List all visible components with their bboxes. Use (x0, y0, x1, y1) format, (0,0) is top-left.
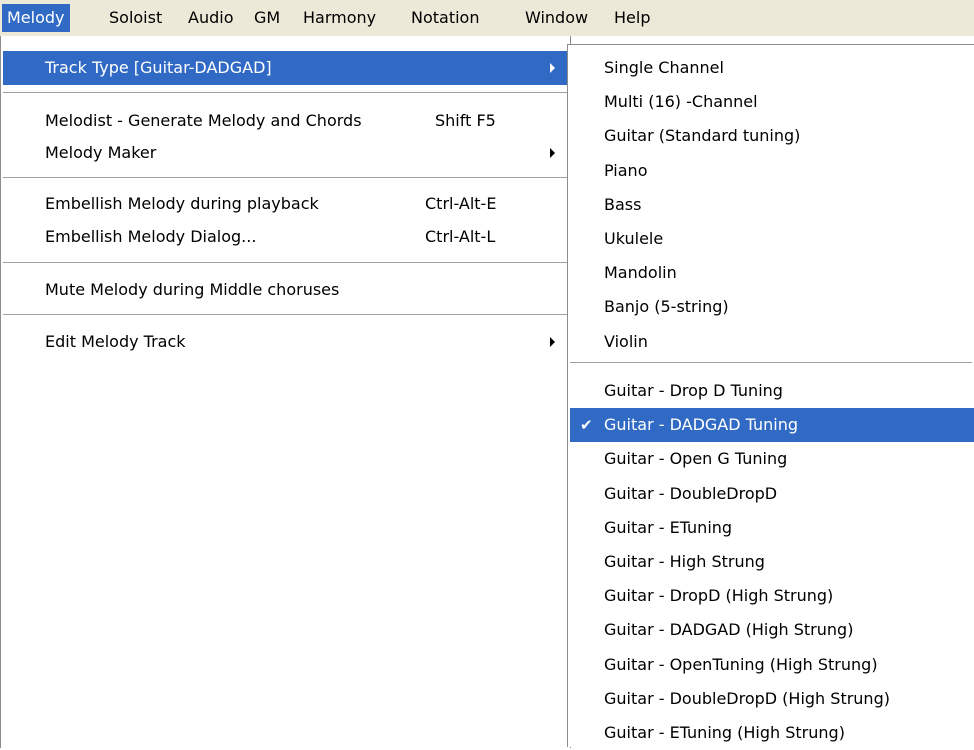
melodist-label: Melodist - Generate Melody and Chords (45, 111, 362, 130)
melody-maker-label: Melody Maker (45, 143, 157, 162)
embellish-dialog-label: Embellish Melody Dialog... (45, 227, 257, 246)
submenu-item[interactable]: Guitar - ETuning (High Strung) (570, 716, 974, 750)
track-type-submenu: Single Channel Multi (16) -Channel Guitar … (567, 44, 974, 747)
submenu-item[interactable]: Guitar - DropD (High Strung) (570, 579, 974, 613)
submenu-item[interactable]: Guitar - Drop D Tuning (570, 374, 974, 408)
menu-item-melodist[interactable]: Melodist - Generate Melody and Chords Sh… (3, 104, 568, 138)
submenu-item-label: Guitar (Standard tuning) (604, 126, 801, 146)
submenu-item[interactable]: Guitar (Standard tuning) (570, 119, 974, 153)
submenu-item-label: Mandolin (604, 263, 677, 283)
embellish-playback-shortcut: Ctrl-Alt-E (425, 194, 497, 213)
submenu-item-label: Guitar - DADGAD Tuning (604, 415, 799, 435)
submenu-item[interactable]: Guitar - DADGAD (High Strung) (570, 613, 974, 647)
submenu-item[interactable]: Violin (570, 325, 974, 359)
submenu-item[interactable]: Guitar - DoubleDropD (High Strung) (570, 682, 974, 716)
submenu-item-label: Violin (604, 331, 648, 351)
melodist-shortcut: Shift F5 (435, 111, 496, 130)
menu-melody[interactable]: Melody (2, 4, 70, 32)
submenu-item-label: Guitar - DoubleDropD (High Strung) (604, 688, 890, 708)
submenu-item-label: Guitar - High Strung (604, 552, 765, 571)
submenu-item-label: Guitar - Drop D Tuning (604, 381, 783, 400)
submenu-item[interactable]: Single Channel (570, 51, 974, 85)
track-type-label: Track Type [Guitar-DADGAD] (45, 58, 272, 77)
submenu-item[interactable]: ✔ Guitar - DADGAD Tuning (570, 408, 974, 443)
menu-item-edit-track[interactable]: Edit Melody Track (3, 325, 568, 359)
submenu-arrow-icon (550, 337, 555, 347)
menu-gm[interactable]: GM (249, 4, 285, 32)
menu-audio[interactable]: Audio (183, 4, 238, 32)
menu-item-mute-middle[interactable]: Mute Melody during Middle choruses (3, 273, 568, 307)
submenu-item[interactable]: Piano (570, 154, 974, 188)
submenu-item-label: Guitar - ETuning (604, 517, 733, 537)
menu-notation[interactable]: Notation (406, 4, 484, 32)
submenu-item-label: Guitar - OpenTuning (High Strung) (604, 654, 878, 674)
submenu-item-label: Bass (604, 194, 642, 214)
submenu-item[interactable]: Guitar - High Strung (570, 545, 974, 579)
submenu-arrow-icon (550, 63, 555, 73)
menu-separator (3, 314, 568, 316)
submenu-item[interactable]: Guitar - DoubleDropD (570, 477, 974, 511)
menu-soloist[interactable]: Soloist (104, 4, 167, 32)
submenu-item[interactable]: Mandolin (570, 256, 974, 290)
submenu-item-label: Guitar - Open G Tuning (604, 449, 788, 469)
submenu-item[interactable]: Multi (16) -Channel (570, 85, 974, 119)
menu-bar: Melody Soloist Audio GM Harmony Notation… (0, 0, 974, 37)
submenu-item[interactable]: Banjo (5-string) (570, 290, 974, 324)
checkmark-icon: ✔ (580, 416, 593, 435)
menu-separator (570, 362, 972, 364)
submenu-item-label: Banjo (5-string) (604, 297, 729, 317)
embellish-playback-label: Embellish Melody during playback (45, 194, 319, 213)
menu-item-embellish-playback[interactable]: Embellish Melody during playback Ctrl-Al… (3, 187, 568, 221)
menu-item-embellish-dialog[interactable]: Embellish Melody Dialog... Ctrl-Alt-L (3, 220, 568, 254)
menu-separator (3, 177, 568, 179)
submenu-item-label: Guitar - DADGAD (High Strung) (604, 620, 854, 640)
submenu-item-label: Single Channel (604, 58, 724, 77)
embellish-dialog-shortcut: Ctrl-Alt-L (425, 227, 496, 246)
melody-menu: Track Type [Guitar-DADGAD] Melodist - Ge… (0, 36, 571, 748)
submenu-item[interactable]: Bass (570, 188, 974, 222)
submenu-item-label: Guitar - DoubleDropD (604, 483, 778, 503)
submenu-item-label: Multi (16) -Channel (604, 92, 758, 112)
submenu-arrow-icon (550, 148, 555, 158)
submenu-item[interactable]: Ukulele (570, 222, 974, 256)
menu-window[interactable]: Window (520, 4, 593, 32)
submenu-item-label: Piano (604, 160, 648, 180)
menu-help[interactable]: Help (609, 4, 655, 32)
submenu-item[interactable]: Guitar - ETuning (570, 511, 974, 545)
submenu-item[interactable]: Guitar - Open G Tuning (570, 442, 974, 476)
submenu-item-label: Guitar - ETuning (High Strung) (604, 723, 845, 742)
submenu-item-label: Guitar - DropD (High Strung) (604, 586, 834, 606)
menu-separator (3, 92, 568, 94)
menu-item-melody-maker[interactable]: Melody Maker (3, 136, 568, 170)
mute-middle-label: Mute Melody during Middle choruses (45, 280, 340, 299)
submenu-item-label: Ukulele (604, 229, 664, 248)
edit-track-label: Edit Melody Track (45, 332, 186, 351)
submenu-item[interactable]: Guitar - OpenTuning (High Strung) (570, 648, 974, 682)
menu-item-track-type[interactable]: Track Type [Guitar-DADGAD] (3, 51, 568, 85)
menu-separator (3, 262, 568, 264)
menu-harmony[interactable]: Harmony (298, 4, 381, 32)
